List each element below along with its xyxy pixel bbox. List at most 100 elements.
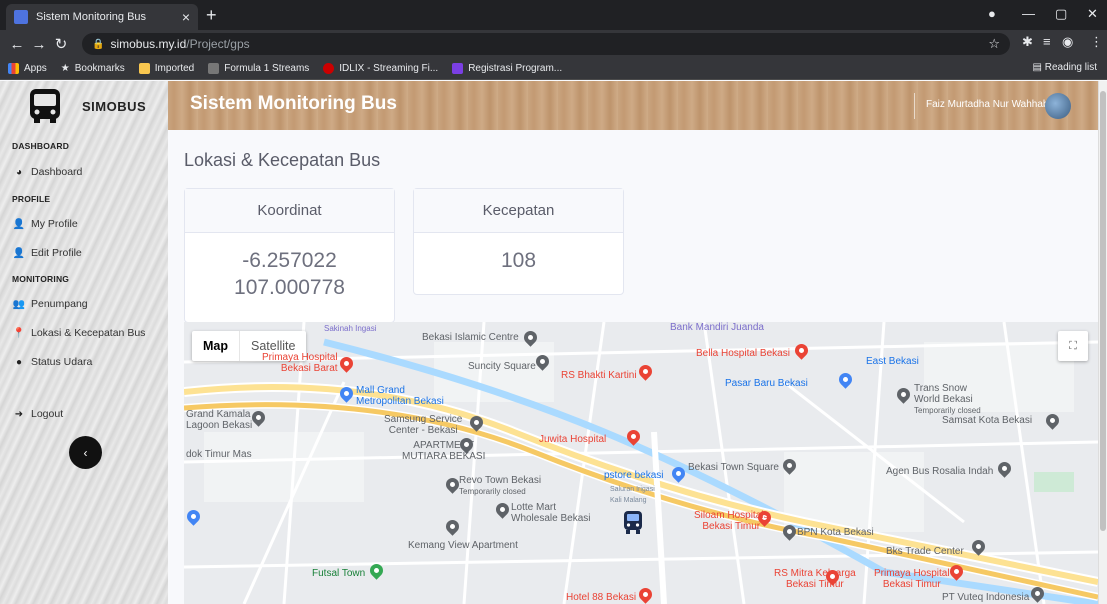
map-label-kemang[interactable]: Kemang View Apartment	[408, 540, 518, 551]
page-scrollbar[interactable]	[1098, 81, 1107, 604]
map-label-bpn[interactable]: BPN Kota Bekasi	[797, 527, 874, 538]
map-label-samsat[interactable]: Samsat Kota Bekasi	[942, 415, 1032, 426]
map-label-grand-kamala[interactable]: Grand Kamala Lagoon Bekasi	[186, 409, 252, 431]
map-label-bekasi-town[interactable]: Bekasi Town Square	[688, 462, 779, 473]
minimize-icon[interactable]: —	[1022, 6, 1035, 21]
bookmark-imported[interactable]: Imported	[138, 63, 194, 74]
map-label-pasar-baru[interactable]: Pasar Baru Bekasi	[725, 378, 808, 389]
sidebar-item-status-udara[interactable]: ● Status Udara	[12, 356, 92, 368]
map-label-bella[interactable]: Bella Hospital Bekasi	[696, 348, 790, 359]
sidebar-item-label: Lokasi & Kecepatan Bus	[31, 327, 146, 339]
avatar[interactable]	[1045, 93, 1071, 119]
map-label-east-bekasi[interactable]: East Bekasi	[866, 356, 919, 367]
user-name[interactable]: Faiz Murtadha Nur Wahhab	[926, 99, 1048, 110]
map-label-hotel88[interactable]: Hotel 88 Bekasi	[566, 592, 636, 603]
section-profile: PROFILE	[12, 194, 51, 204]
favicon-icon	[14, 10, 28, 24]
forward-icon[interactable]: →	[28, 36, 50, 53]
kecepatan-value: 108	[500, 249, 537, 272]
reading-list[interactable]: ▤ Reading list	[1033, 62, 1098, 73]
bookmark-formula1[interactable]: Formula 1 Streams	[208, 63, 309, 74]
map-label-lotte[interactable]: Lotte Mart Wholesale Bekasi	[511, 502, 590, 524]
map-label-saluran: Saluran Irigasi Kali Malang	[610, 486, 655, 504]
map-label-sakinah[interactable]: Sakinah Ingasi	[324, 323, 376, 334]
url-host: simobus.my.id	[110, 37, 187, 51]
back-icon[interactable]: ←	[6, 36, 28, 53]
sidebar-item-logout[interactable]: ➜ Logout	[12, 408, 63, 420]
reload-icon[interactable]: ↻	[50, 35, 72, 53]
map-label-dok-timur[interactable]: dok Timur Mas	[186, 449, 252, 460]
bookmark-star-icon[interactable]: ☆	[988, 36, 1000, 52]
bookmark-apps[interactable]: Apps	[8, 63, 47, 74]
map-label-revo-closed: Temporarily closed	[459, 487, 526, 496]
f1-icon	[208, 63, 220, 74]
map-label-pstore[interactable]: pstore bekasi	[604, 470, 663, 481]
extension-icon[interactable]: ✱	[1022, 34, 1033, 50]
map-marker-user-icon: 📍	[12, 327, 26, 339]
sidebar-item-label: My Profile	[31, 218, 78, 230]
new-tab-icon[interactable]: +	[206, 5, 217, 25]
scrollbar-thumb[interactable]	[1100, 91, 1106, 531]
sidebar-item-penumpang[interactable]: 👥 Penumpang	[12, 298, 88, 310]
dashboard-icon: ◕	[15, 166, 23, 178]
map-type-map-button[interactable]: Map	[192, 331, 239, 361]
maximize-icon[interactable]: ▢	[1055, 6, 1067, 22]
map-label-trans-snow[interactable]: Trans Snow World Bekasi	[914, 383, 973, 405]
map-label-primaya-timur[interactable]: Primaya Hospital Bekasi Timur	[874, 568, 950, 590]
brand-name: SIMOBUS	[82, 98, 147, 114]
map-label-suncity[interactable]: Suncity Square	[468, 361, 536, 372]
user-icon: 👤	[12, 218, 26, 230]
close-tab-icon[interactable]: ×	[182, 9, 190, 25]
map-label-rs-mitra[interactable]: RS Mitra Keluarga Bekasi Timur	[774, 568, 856, 590]
lock-icon: 🔒	[92, 38, 105, 50]
map-label-mall-grand[interactable]: Mall Grand Metropolitan Bekasi	[356, 385, 444, 407]
bus-marker-icon[interactable]	[622, 510, 644, 536]
map-label-futsal[interactable]: Futsal Town	[312, 568, 365, 579]
profile-avatar-icon[interactable]: ◉	[1062, 34, 1073, 50]
browser-tab[interactable]: Sistem Monitoring Bus ×	[6, 4, 198, 30]
form-icon	[452, 63, 464, 74]
chevron-left-icon: ‹	[83, 445, 88, 460]
url-field[interactable]: 🔒 simobus.my.id /Project/gps ☆	[82, 33, 1010, 55]
map-label-revo[interactable]: Revo Town Bekasi	[459, 475, 541, 486]
browser-tab-bar: Sistem Monitoring Bus × + ● — ▢ ✕	[0, 0, 1107, 30]
map-label-samsung[interactable]: Samsung Service Center - Bekasi	[384, 414, 462, 436]
latitude-value: -6.257022	[242, 249, 337, 272]
fullscreen-icon: ⛶	[1069, 339, 1077, 352]
map-label-bank-mandiri[interactable]: Bank Mandiri Juanda	[670, 322, 764, 333]
bookmark-registrasi[interactable]: Registrasi Program...	[452, 63, 562, 74]
fullscreen-button[interactable]: ⛶	[1058, 331, 1088, 361]
koordinat-body: -6.257022 107.000778	[185, 233, 394, 301]
map-label-primaya-barat[interactable]: Primaya Hospital Bekasi Barat	[262, 352, 338, 374]
page-header-title: Sistem Monitoring Bus	[190, 93, 397, 114]
sidebar-item-edit-profile[interactable]: 👤 Edit Profile	[12, 247, 82, 259]
sidebar-item-label: Logout	[31, 408, 64, 420]
browser-menu-icon[interactable]: ⋮	[1090, 34, 1103, 50]
map-label-bekasi-islamic[interactable]: Bekasi Islamic Centre	[422, 332, 519, 343]
bookmark-bookmarks[interactable]: ★ Bookmarks	[61, 63, 125, 74]
map-label-pt-vuteq[interactable]: PT Vuteq Indonesia	[942, 592, 1029, 603]
media-icon[interactable]: ≡	[1043, 34, 1051, 49]
profile-dot-icon[interactable]: ●	[988, 6, 996, 21]
sidebar-item-my-profile[interactable]: 👤 My Profile	[12, 218, 78, 230]
map-view[interactable]: Map Satellite ⛶ Sakinah Ingasi Bekasi Is…	[184, 322, 1098, 604]
brand[interactable]: SIMOBUS	[28, 87, 146, 125]
close-window-icon[interactable]: ✕	[1087, 6, 1098, 22]
users-icon: 👥	[12, 298, 26, 310]
page-title: Lokasi & Kecepatan Bus	[184, 150, 381, 170]
sidebar-item-dashboard[interactable]: ◕ Dashboard	[12, 166, 82, 178]
logout-icon: ➜	[14, 408, 24, 420]
sidebar-item-lokasi[interactable]: 📍 Lokasi & Kecepatan Bus	[12, 327, 146, 339]
map-label-agen-bus[interactable]: Agen Bus Rosalia Indah	[886, 466, 993, 477]
koordinat-card: Koordinat -6.257022 107.000778	[184, 188, 395, 323]
map-label-siloam[interactable]: Siloam Hospitals Bekasi Timur	[694, 510, 768, 532]
map-label-bks-trade[interactable]: Bks Trade Center	[886, 546, 964, 557]
map-label-rs-bhakti[interactable]: RS Bhakti Kartini	[561, 370, 637, 381]
kecepatan-header: Kecepatan	[414, 189, 623, 233]
map-label-juwita[interactable]: Juwita Hospital	[539, 434, 606, 445]
sidebar-toggle-button[interactable]: ‹	[69, 436, 102, 469]
bus-logo-icon	[30, 89, 60, 123]
sidebar-item-label: Dashboard	[31, 166, 83, 178]
bookmark-idlix[interactable]: IDLIX - Streaming Fi...	[323, 63, 438, 74]
longitude-value: 107.000778	[234, 276, 345, 299]
